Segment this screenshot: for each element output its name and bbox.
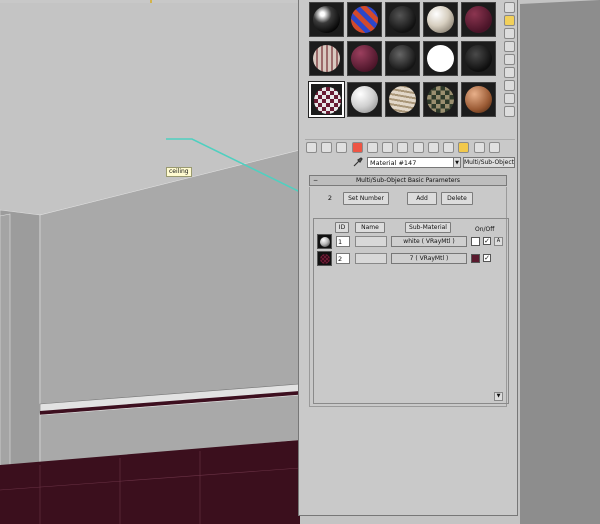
sub-material-on-checkbox[interactable]: ✓ [483, 254, 491, 262]
sample-slot[interactable] [385, 2, 420, 37]
sub-material-color-swatch[interactable] [471, 237, 480, 246]
reset-material-icon[interactable] [351, 142, 363, 153]
video-color-check-icon[interactable] [504, 54, 515, 65]
sample-slots [305, 2, 497, 122]
background-icon[interactable] [504, 28, 515, 39]
sub-material-thumbnail [317, 234, 332, 249]
assign-to-selection-icon[interactable] [336, 142, 348, 153]
sample-slot[interactable] [461, 2, 496, 37]
rollout-header[interactable]: − Multi/Sub-Object Basic Parameters [309, 175, 507, 186]
sample-slot[interactable] [347, 2, 382, 37]
eyedropper-icon[interactable] [353, 157, 363, 167]
go-to-parent-icon[interactable] [458, 142, 470, 153]
go-forward-sibling-icon[interactable] [473, 142, 485, 153]
sort-by-name-button[interactable]: Name [355, 222, 385, 233]
make-preview-icon[interactable] [504, 67, 515, 78]
sample-slot-active[interactable] [308, 81, 345, 118]
material-name-dropdown[interactable]: ▼ [453, 157, 461, 168]
material-name-row: Material #147 ▼ Multi/Sub-Object [345, 157, 515, 169]
sample-slot[interactable] [461, 82, 496, 117]
sub-material-button[interactable]: white ( VRayMtl ) [391, 236, 467, 247]
material-name-field[interactable]: Material #147 [367, 157, 457, 168]
sub-material-name-field[interactable] [355, 236, 387, 247]
on-off-column-label: On/Off [475, 226, 495, 233]
sample-slot[interactable] [347, 82, 382, 117]
list-scroll-down-button[interactable]: ▼ [494, 392, 503, 401]
get-material-icon[interactable] [306, 142, 317, 153]
sub-material-button[interactable]: 7 ( VRayMtl ) [391, 253, 467, 264]
material-editor-window[interactable]: Material #147 ▼ Multi/Sub-Object − Multi… [298, 0, 518, 516]
sort-by-id-button[interactable]: ID [335, 222, 349, 233]
backlight-icon[interactable] [504, 15, 515, 26]
sample-slot[interactable] [347, 41, 382, 76]
sample-slot[interactable] [309, 41, 344, 76]
delete-button[interactable]: Delete [441, 192, 473, 205]
show-map-icon[interactable] [427, 142, 439, 153]
sub-material-color-swatch[interactable] [471, 254, 480, 263]
sample-slot[interactable] [385, 82, 420, 117]
pick-material-icon[interactable] [488, 142, 500, 153]
material-id-channel-icon[interactable] [412, 142, 424, 153]
material-type-button[interactable]: Multi/Sub-Object [463, 157, 515, 168]
sort-by-submaterial-button[interactable]: Sub-Material [405, 222, 451, 233]
sample-slot[interactable] [423, 41, 458, 76]
sample-slot[interactable] [309, 2, 344, 37]
copy-material-icon[interactable] [366, 142, 378, 153]
show-end-result-icon[interactable] [443, 142, 455, 153]
editor-sidebar [503, 2, 517, 119]
make-unique-icon[interactable] [382, 142, 394, 153]
rollout-toggle-icon: − [313, 177, 319, 184]
viewport-object-label: ceiling [166, 167, 192, 177]
sample-type-icon[interactable] [504, 2, 515, 13]
row-side-button[interactable]: A [494, 237, 503, 246]
uv-tiling-icon[interactable] [504, 41, 515, 52]
sample-slot[interactable] [423, 2, 458, 37]
put-to-scene-icon[interactable] [321, 142, 333, 153]
num-materials-value: 2 [323, 193, 337, 204]
editor-toolbar [305, 139, 515, 155]
sub-material-thumbnail [317, 251, 332, 266]
sample-slot[interactable] [423, 82, 458, 117]
sample-slot[interactable] [385, 41, 420, 76]
material-navigator-icon[interactable] [504, 106, 515, 117]
sub-material-id[interactable]: 1 [336, 236, 350, 247]
sub-material-name-field[interactable] [355, 253, 387, 264]
set-number-button[interactable]: Set Number [343, 192, 389, 205]
sample-slot[interactable] [461, 41, 496, 76]
sub-material-on-checkbox[interactable]: ✓ [483, 237, 491, 245]
put-to-library-icon[interactable] [397, 142, 409, 153]
rollout-title: Multi/Sub-Object Basic Parameters [355, 177, 461, 184]
select-by-material-icon[interactable] [504, 93, 515, 104]
sub-material-id[interactable]: 2 [336, 253, 350, 264]
options-icon[interactable] [504, 80, 515, 91]
add-button[interactable]: Add [407, 192, 437, 205]
